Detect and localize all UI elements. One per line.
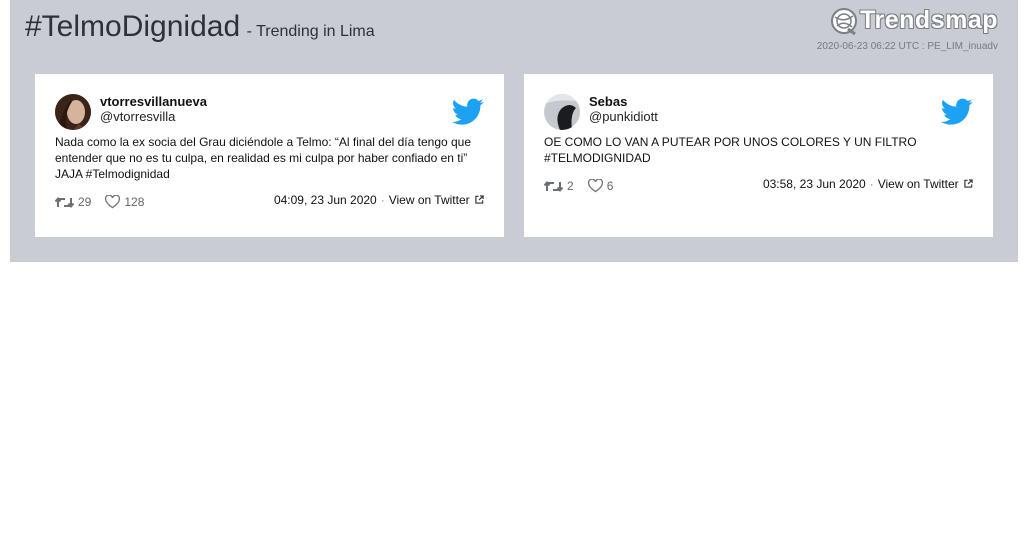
tweet-author-name[interactable]: vtorresvillanueva: [100, 94, 207, 109]
like-count: 6: [606, 179, 614, 193]
trend-panel: #TelmoDignidad - Trending in Lima Trends…: [10, 0, 1018, 262]
tweet-author-name[interactable]: Sebas: [589, 94, 627, 109]
tweet-stats: 2 6: [544, 179, 627, 193]
retweet-count: 2: [567, 179, 574, 193]
like-count: 128: [124, 195, 145, 209]
tweet-meta: 04:09, 23 Jun 2020 · View on Twitter: [274, 193, 484, 207]
tweet-time[interactable]: 04:09, 23 Jun 2020: [274, 193, 377, 207]
view-on-twitter-link[interactable]: View on Twitter: [389, 193, 470, 207]
trend-title: #TelmoDignidad - Trending in Lima: [25, 10, 375, 44]
tweet-author-handle[interactable]: @vtorresvilla: [100, 109, 175, 124]
twitter-bird-icon[interactable]: [452, 98, 484, 126]
trendsmap-logo[interactable]: Trendsmap: [830, 6, 998, 35]
avatar[interactable]: [544, 94, 580, 130]
tweet-card: Sebas @punkidiott OE COMO LO VAN A PUTEA…: [524, 74, 993, 237]
trend-subtitle: - Trending in Lima: [246, 23, 375, 40]
tweet-text: OE COMO LO VAN A PUTEAR POR UNOS COLORES…: [544, 135, 917, 165]
external-link-icon[interactable]: [475, 195, 484, 204]
twitter-bird-icon[interactable]: [941, 98, 973, 126]
tweet-meta: 03:58, 23 Jun 2020 · View on Twitter: [763, 177, 973, 191]
retweet-count: 29: [78, 195, 92, 209]
heart-icon[interactable]: [587, 179, 603, 193]
trendsmap-globe-icon: [831, 7, 858, 35]
avatar[interactable]: [55, 94, 91, 130]
timestamp-location: 2020-06-23 06:22 UTC : PE_LIM_inuadv: [816, 41, 998, 52]
hashtag-title[interactable]: #TelmoDignidad: [25, 10, 240, 43]
tweet-time[interactable]: 03:58, 23 Jun 2020: [763, 177, 866, 191]
tweet-stats: 29 128: [55, 195, 158, 209]
separator-dot: ·: [869, 177, 874, 191]
retweet-icon[interactable]: [55, 196, 74, 209]
separator-dot: ·: [380, 193, 385, 207]
retweet-icon[interactable]: [544, 180, 563, 193]
tweet-text: Nada como la ex socia del Grau diciéndol…: [55, 135, 472, 181]
tweet-card: vtorresvillanueva @vtorresvilla Nada com…: [35, 74, 504, 237]
external-link-icon[interactable]: [964, 179, 973, 188]
heart-icon[interactable]: [105, 195, 121, 209]
brand-name: Trendsmap: [860, 6, 998, 34]
tweet-author-handle[interactable]: @punkidiott: [589, 109, 658, 124]
view-on-twitter-link[interactable]: View on Twitter: [878, 177, 959, 191]
